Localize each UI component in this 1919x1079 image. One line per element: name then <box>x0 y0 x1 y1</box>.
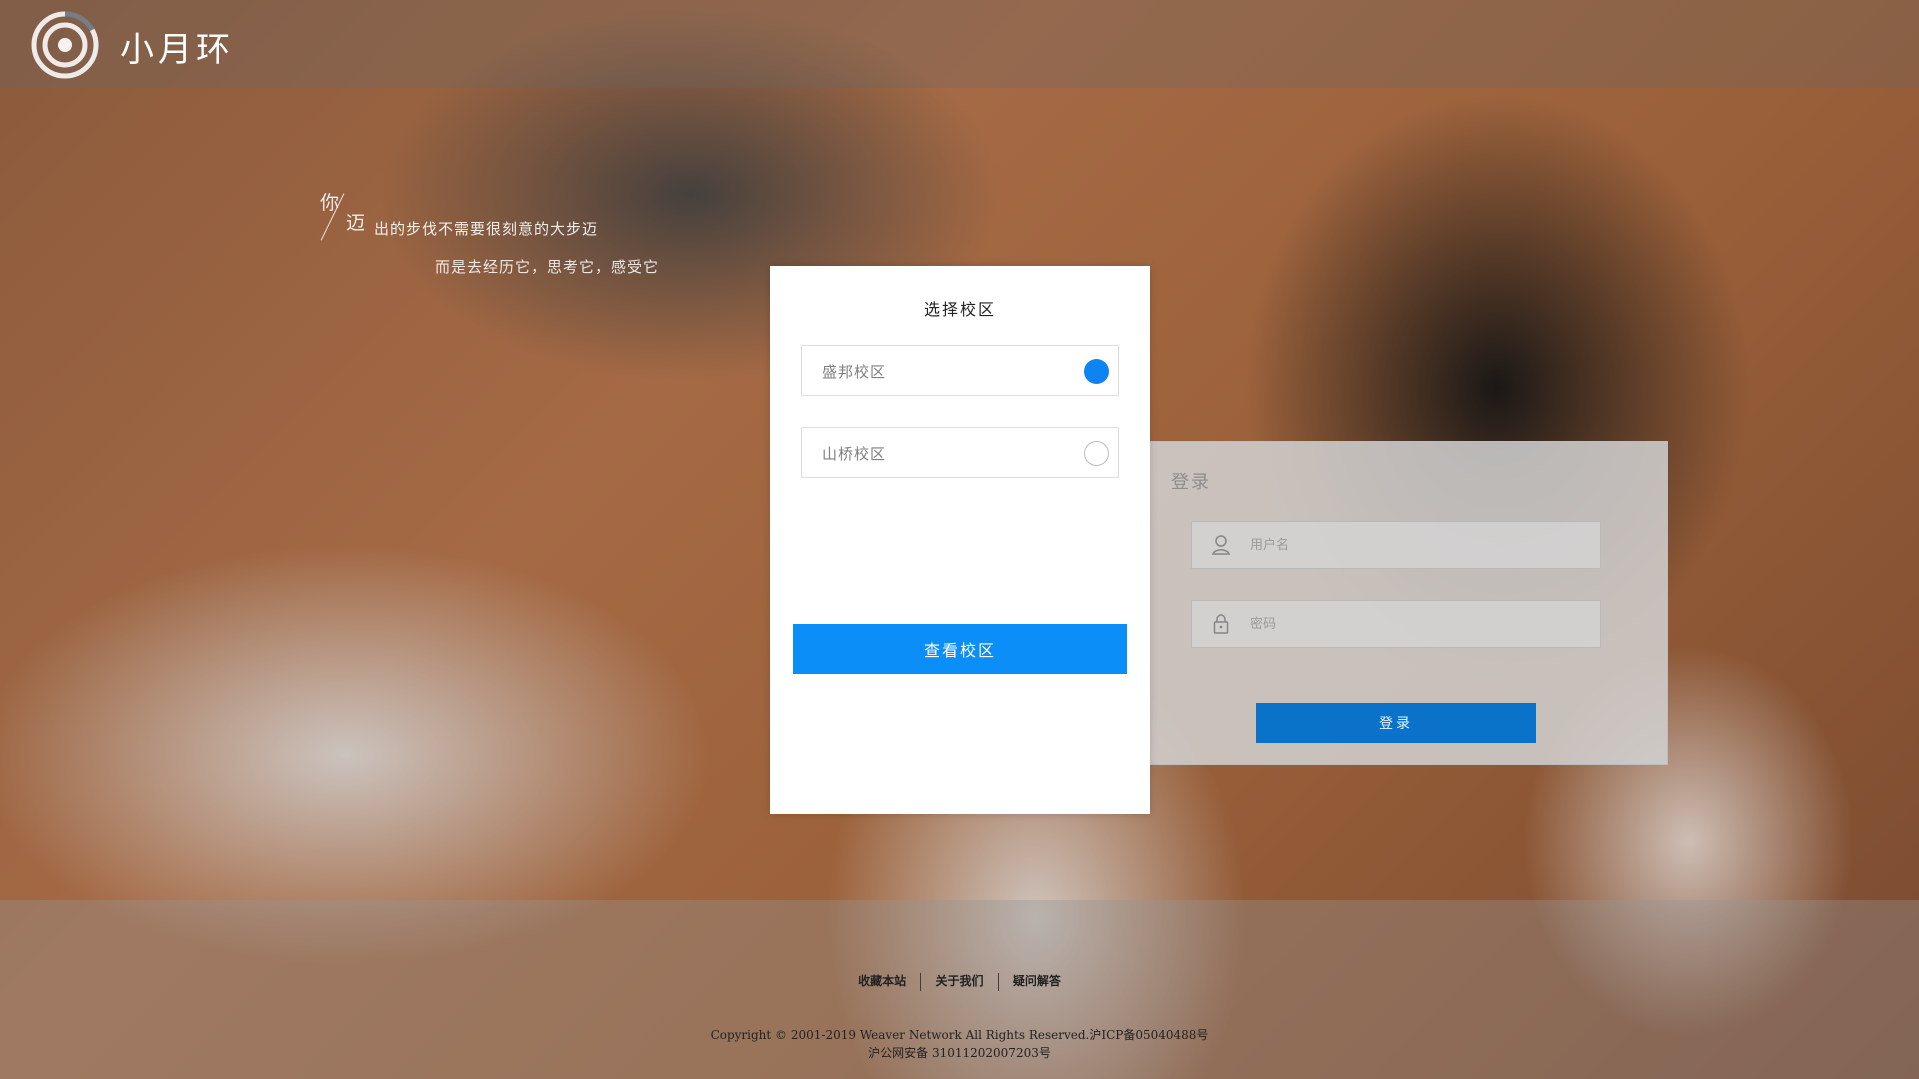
user-icon <box>1212 535 1230 555</box>
footer-link-bookmark[interactable]: 收藏本站 <box>848 972 916 990</box>
radio-checked-icon[interactable] <box>1084 359 1109 384</box>
campus-option-label: 山桥校区 <box>822 445 887 463</box>
campus-selection-dialog: 选择校区 盛邦校区 山桥校区 查看校区 <box>770 266 1150 814</box>
login-button[interactable]: 登录 <box>1256 703 1536 743</box>
password-input[interactable] <box>1250 601 1580 647</box>
radio-unchecked-icon[interactable] <box>1084 441 1109 466</box>
quote-line-1: 出的步伐不需要很刻意的大步迈 <box>374 220 599 238</box>
footer-separator <box>920 972 922 991</box>
copyright-line-2: 沪公网安备 31011202007203号 <box>868 1046 1051 1060</box>
campus-option-shanqiao[interactable]: 山桥校区 <box>801 427 1119 478</box>
footer-separator <box>997 972 999 991</box>
quote-line-2: 而是去经历它，思考它，感受它 <box>435 258 660 276</box>
quote-mai: 迈 <box>346 212 366 234</box>
brand-name: 小月环 <box>120 30 234 70</box>
password-field[interactable] <box>1191 600 1601 648</box>
footer-links: 收藏本站 关于我们 疑问解答 <box>0 972 1919 991</box>
lock-icon <box>1213 614 1229 634</box>
quote-ni: 你 <box>320 192 340 214</box>
copyright: Copyright © 2001-2019 Weaver Network All… <box>0 1026 1919 1062</box>
copyright-line-1: Copyright © 2001-2019 Weaver Network All… <box>710 1028 1209 1042</box>
campus-option-label: 盛邦校区 <box>822 363 887 381</box>
circular-logo-icon <box>31 10 99 79</box>
username-field[interactable] <box>1191 521 1601 569</box>
username-input[interactable] <box>1250 522 1580 568</box>
campus-option-shengbang[interactable]: 盛邦校区 <box>801 345 1119 396</box>
footer-link-about[interactable]: 关于我们 <box>925 972 993 990</box>
login-title: 登录 <box>1171 472 1211 493</box>
footer-link-faq[interactable]: 疑问解答 <box>1003 972 1071 990</box>
view-campus-button[interactable]: 查看校区 <box>793 624 1127 674</box>
campus-dialog-title: 选择校区 <box>923 300 996 319</box>
login-panel: 登录 登录 <box>1148 441 1668 765</box>
top-bar: 小月环 <box>0 0 1919 88</box>
